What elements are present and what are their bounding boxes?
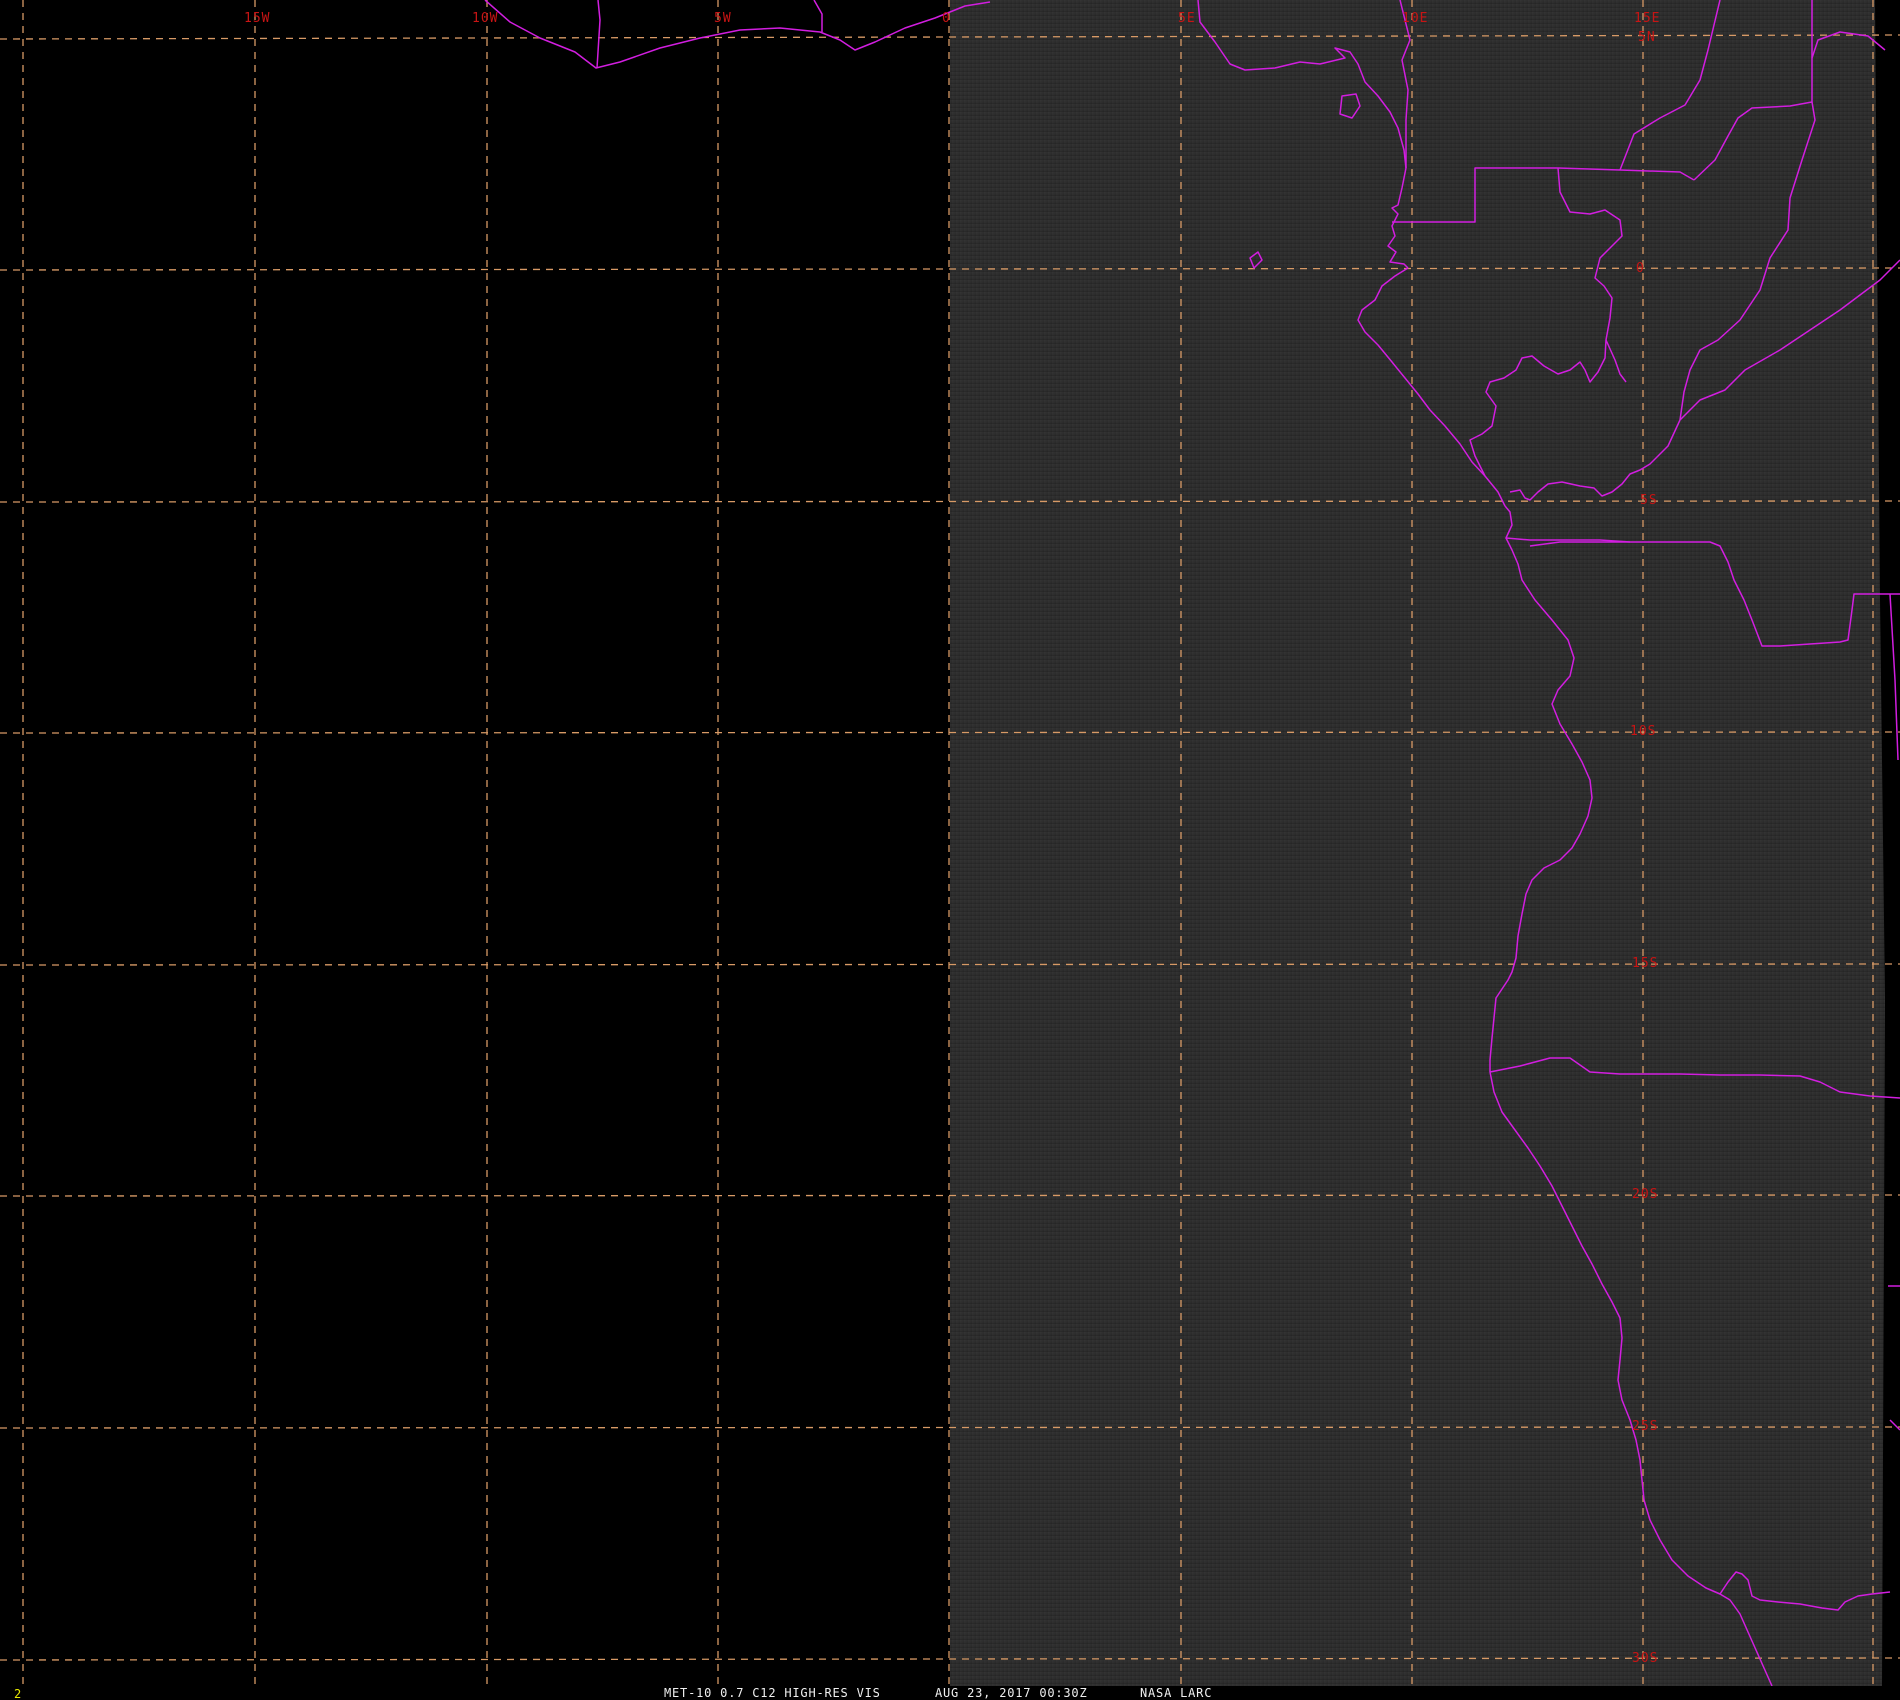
earth-disk-region	[950, 0, 1885, 1686]
lon-label: 10W	[472, 11, 498, 26]
lon-label: 15E	[1634, 11, 1660, 26]
lat-label: 15S	[1632, 956, 1658, 971]
frame-number: 2	[14, 1687, 21, 1700]
lat-label: 5S	[1640, 493, 1658, 508]
lat-label: 5N	[1638, 30, 1656, 45]
product-label: MET-10 0.7 C12 HIGH-RES VIS	[664, 1686, 881, 1700]
source-label: NASA LARC	[1140, 1686, 1212, 1700]
lon-label: 10E	[1402, 11, 1428, 26]
lat-label: 25S	[1632, 1419, 1658, 1434]
lat-label: 10S	[1630, 724, 1656, 739]
lon-label: 15W	[244, 11, 270, 26]
lon-label: 0	[942, 11, 951, 26]
lon-label: 5W	[714, 11, 732, 26]
lat-label: 20S	[1632, 1187, 1658, 1202]
lat-label: 0	[1636, 261, 1645, 276]
status-bar: 2 MET-10 0.7 C12 HIGH-RES VIS AUG 23, 20…	[0, 1686, 1900, 1700]
lat-label: 30S	[1632, 1651, 1658, 1666]
datetime-label: AUG 23, 2017 00:30Z	[935, 1686, 1087, 1700]
satellite-map: 15W 10W 5W 0 5E 10E 15E 5N 0 5S 10S 15S …	[0, 0, 1900, 1700]
lon-label: 5E	[1178, 11, 1196, 26]
